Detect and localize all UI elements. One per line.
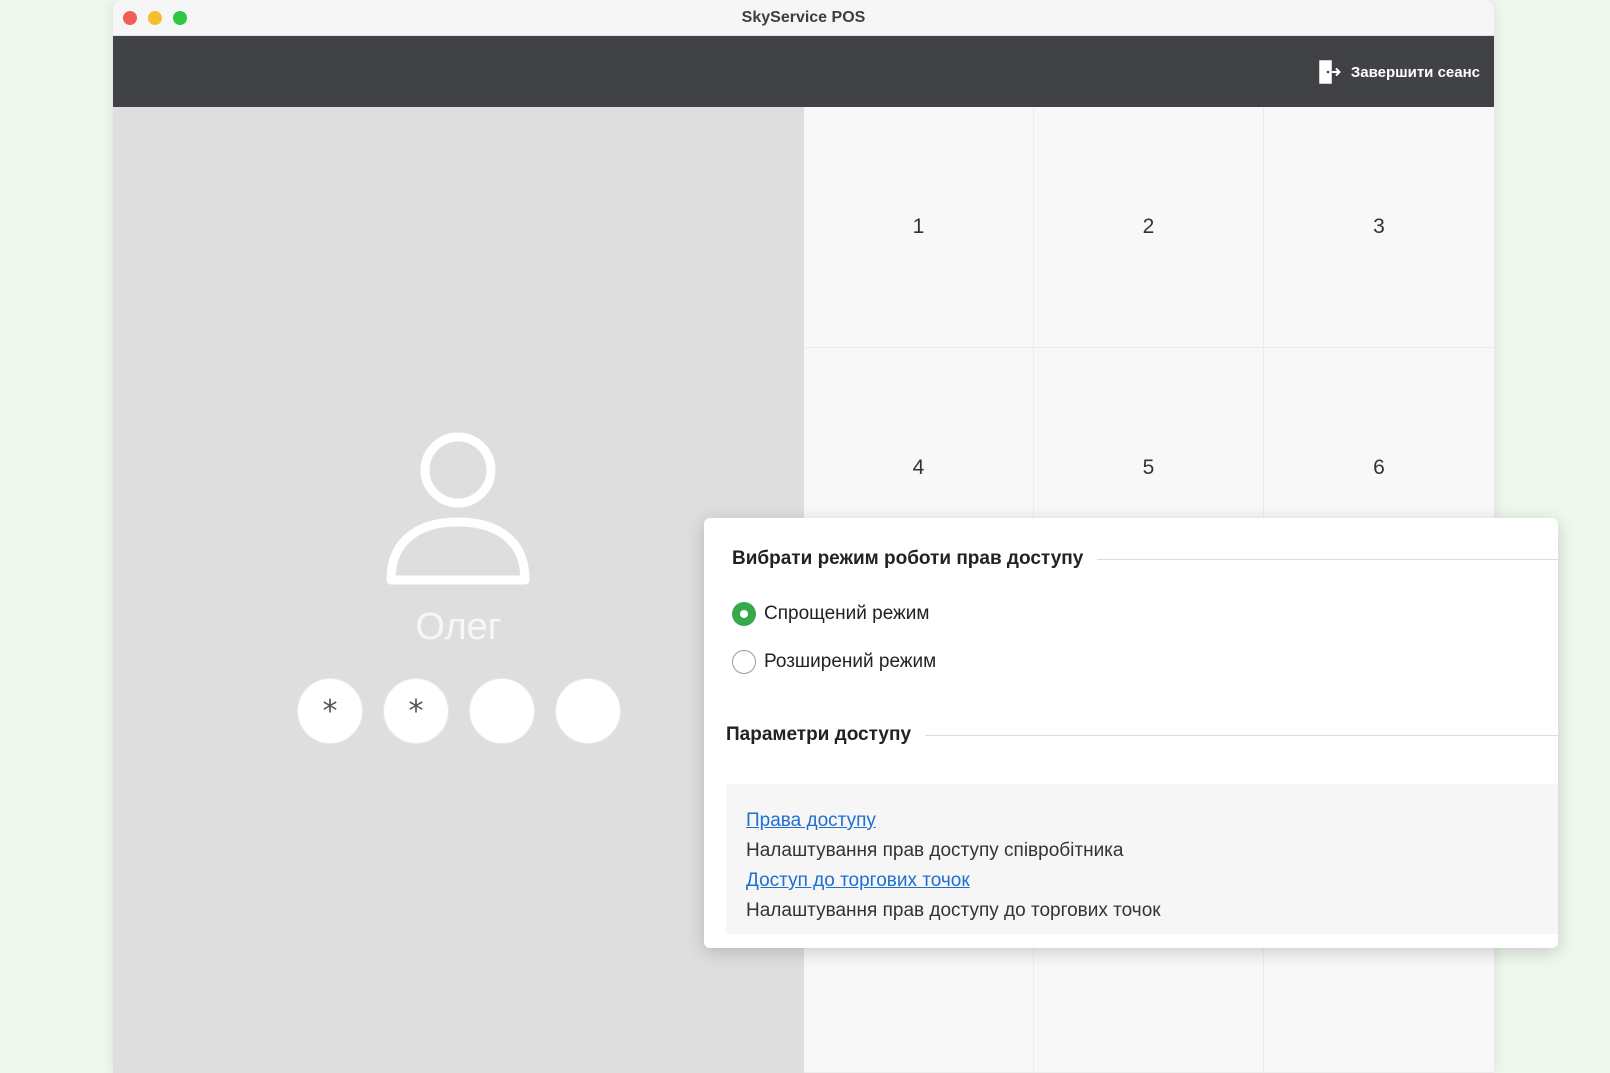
user-icon [383, 432, 533, 592]
access-rights-link[interactable]: Права доступу [746, 810, 876, 832]
username-label: Олег [415, 606, 502, 648]
mode-heading-text: Вибрати режим роботи прав доступу [732, 548, 1084, 569]
pin-slot [555, 678, 621, 744]
access-settings-dialog: Вибрати режим роботи прав доступу Спроще… [704, 518, 1558, 948]
logout-button[interactable]: Завершити сеанс [1319, 58, 1480, 86]
mode-option-label: Розширений режим [764, 651, 937, 672]
key-3[interactable]: 3 [1264, 107, 1494, 348]
pin-slot [469, 678, 535, 744]
logout-icon [1319, 60, 1341, 84]
access-params-list: Права доступу Налаштування прав доступу … [726, 784, 1558, 934]
pin-slot: * [297, 678, 363, 744]
title-bar: SkyService POS [113, 0, 1494, 36]
pin-slot: * [383, 678, 449, 744]
access-rights-description: Налаштування прав доступу співробітника [746, 840, 1124, 861]
mode-section-heading: Вибрати режим роботи прав доступу [732, 548, 1558, 570]
radio-unselected[interactable] [732, 650, 756, 674]
mode-option-simple[interactable]: Спрощений режим [732, 602, 929, 626]
params-section-heading: Параметри доступу [726, 724, 1558, 746]
divider [925, 734, 1558, 736]
top-toolbar: Завершити сеанс [113, 36, 1494, 107]
mode-option-extended[interactable]: Розширений режим [732, 650, 936, 674]
mode-option-label: Спрощений режим [764, 603, 930, 624]
key-2[interactable]: 2 [1034, 107, 1264, 348]
logout-label: Завершити сеанс [1350, 63, 1480, 81]
pin-indicator: * * [297, 678, 621, 744]
store-access-link[interactable]: Доступ до торгових точок [746, 870, 970, 892]
store-access-description: Налаштування прав доступу до торгових то… [746, 900, 1161, 921]
login-panel: Олег * * [113, 107, 804, 1073]
radio-selected[interactable] [732, 602, 756, 626]
divider [1097, 558, 1558, 560]
params-heading-text: Параметри доступу [726, 724, 912, 745]
window-title: SkyService POS [741, 9, 866, 26]
key-1[interactable]: 1 [804, 107, 1034, 348]
